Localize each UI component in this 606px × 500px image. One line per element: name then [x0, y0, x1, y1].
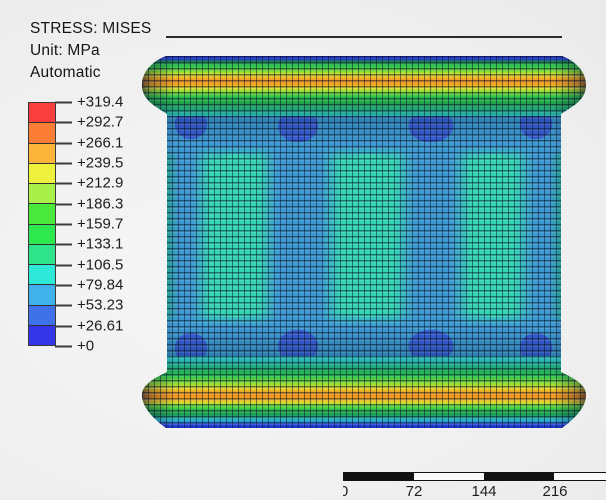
legend-tick-label: +319.4 [77, 93, 124, 111]
tick-line [55, 182, 72, 184]
scale-label: 216 [542, 483, 568, 500]
legend-header: STRESS: MISES Unit: MPa Automatic [30, 18, 151, 84]
tick-line [55, 142, 72, 144]
fea-viewport: STRESS: MISES Unit: MPa Automatic +319.4… [0, 0, 606, 500]
legend-tick: +26.61 [55, 318, 123, 335]
scale-segment [554, 473, 606, 480]
legend-tick-label: +53.23 [77, 296, 124, 314]
legend-tick: +266.1 [55, 135, 123, 152]
tick-line [55, 264, 72, 266]
legend-tick-label: +26.61 [77, 317, 124, 335]
scale-segment [414, 473, 484, 480]
fe-mesh-grid [142, 56, 586, 428]
legend-band [29, 103, 55, 124]
tick-line [55, 162, 72, 164]
legend-tick-label: +212.9 [77, 174, 124, 192]
legend-band [29, 184, 55, 205]
legend-tick: +186.3 [55, 196, 123, 213]
tick-line [55, 345, 72, 347]
scale-segment [344, 473, 414, 480]
legend-band [29, 143, 55, 164]
tick-line [55, 223, 72, 225]
legend-tick-label: +186.3 [77, 195, 124, 213]
legend-tick-label: +79.84 [77, 276, 124, 294]
scale-bar: 0 72 144 216 [343, 472, 606, 500]
tick-line [55, 203, 72, 205]
legend-band [29, 204, 55, 225]
legend-tick: +106.5 [55, 257, 123, 274]
legend-tick-label: +159.7 [77, 215, 124, 233]
tick-line [55, 121, 72, 123]
tick-line [55, 325, 72, 327]
legend-colorbar [28, 102, 56, 346]
legend-band [29, 305, 55, 326]
legend-tick-label: +266.1 [77, 134, 124, 152]
legend-tick: +53.23 [55, 297, 123, 314]
legend-tick: +159.7 [55, 216, 123, 233]
legend-tick: +133.1 [55, 236, 123, 253]
legend-tick: +212.9 [55, 175, 123, 192]
unit-label: Unit: MPa [30, 42, 100, 59]
scale-label: 0 [343, 483, 349, 500]
stress-model-3d-view[interactable] [142, 56, 586, 428]
legend-tick-label: +106.5 [77, 256, 124, 274]
legend-band [29, 123, 55, 144]
legend-band [29, 265, 55, 286]
reference-line [166, 36, 562, 38]
legend-tick: +79.84 [55, 277, 123, 294]
scale-label: 144 [471, 483, 497, 500]
tick-line [55, 243, 72, 245]
legend-band [29, 224, 55, 245]
legend-tick-label: +0 [77, 337, 95, 355]
legend-tick: +0 [55, 338, 94, 355]
scale-bar-segments [343, 472, 606, 481]
legend-band [29, 325, 55, 345]
legend-tick: +239.5 [55, 155, 123, 172]
legend-band [29, 244, 55, 265]
legend-tick-label: +239.5 [77, 154, 124, 172]
tick-line [55, 284, 72, 286]
scale-label: 72 [405, 483, 423, 500]
legend-band [29, 285, 55, 306]
legend-band [29, 163, 55, 184]
legend-tick-label: +133.1 [77, 235, 124, 253]
tick-line [55, 101, 72, 103]
result-type-label: STRESS: MISES [30, 20, 152, 37]
range-mode-label: Automatic [30, 64, 101, 81]
tick-line [55, 304, 72, 306]
scale-segment [484, 473, 554, 480]
legend-tick: +292.7 [55, 114, 123, 131]
legend-tick-label: +292.7 [77, 113, 124, 131]
legend-tick: +319.4 [55, 94, 123, 111]
